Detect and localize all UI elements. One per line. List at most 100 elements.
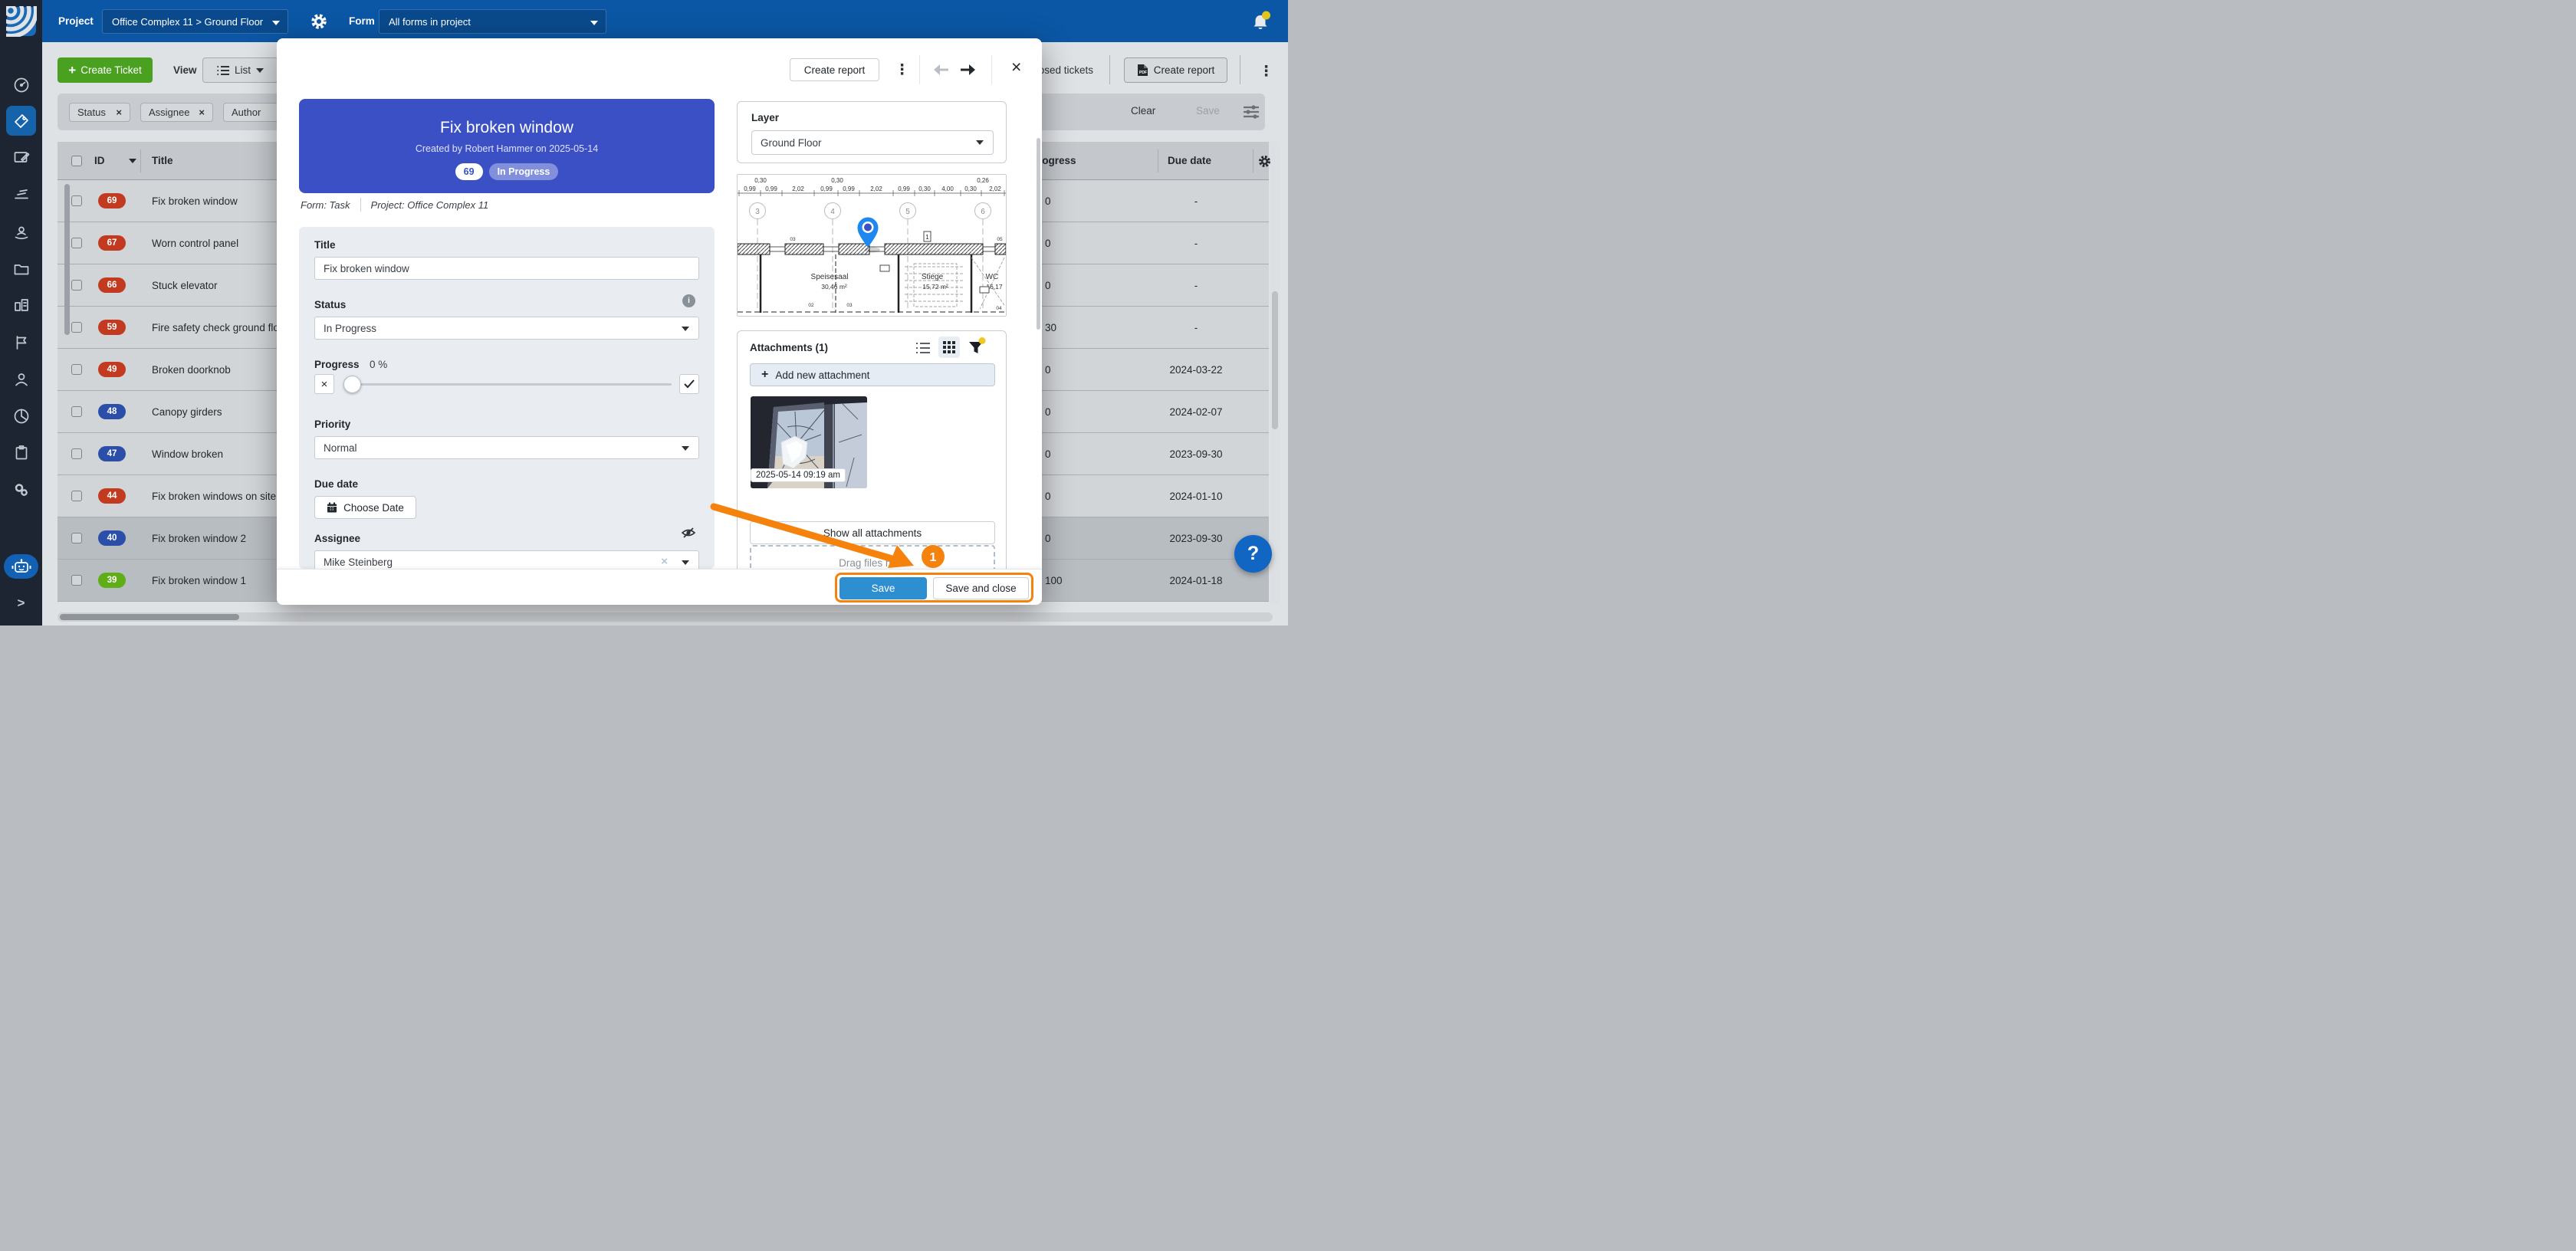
add-attachment-button[interactable]: + Add new attachment (750, 363, 995, 386)
help-button[interactable]: ? (1234, 535, 1272, 573)
table-vertical-scrollbar-thumb[interactable] (1272, 291, 1278, 429)
save-button[interactable]: Save (840, 577, 927, 599)
ticket-due-date-cell: - (1138, 280, 1254, 291)
attachment-photo-thumbnail[interactable]: 2025-05-14 09:19 am (751, 396, 867, 488)
svg-text:3: 3 (755, 208, 760, 216)
row-checkbox[interactable] (71, 238, 82, 248)
notification-dot-badge (1262, 11, 1270, 20)
eye-slash-visibility-icon[interactable] (681, 526, 696, 540)
create-report-button[interactable]: PDF Create report (1124, 57, 1227, 83)
sidebar-item-dashboard[interactable] (6, 70, 36, 100)
title-input[interactable]: Fix broken window (314, 257, 699, 280)
row-checkbox[interactable] (71, 322, 82, 333)
column-settings-gear-icon[interactable] (1258, 155, 1271, 168)
remove-filter-x-icon[interactable]: × (199, 107, 205, 118)
form-selector[interactable]: All forms in project (379, 9, 606, 34)
sidebar-expand-chevron[interactable]: > (0, 596, 42, 611)
filter-chip-label: Author (232, 107, 261, 118)
priority-select[interactable]: Normal (314, 436, 699, 459)
sidebar-item-plans[interactable] (6, 142, 36, 172)
contacts-icon (12, 370, 31, 389)
sort-caret-icon[interactable] (129, 159, 136, 163)
divider (1109, 55, 1110, 84)
modal-create-report-button[interactable]: Create report (790, 58, 879, 81)
modal-more-options-kebab-icon[interactable]: ⋮ (895, 61, 909, 79)
attachments-list-view-icon[interactable] (915, 341, 931, 355)
status-select-value: In Progress (324, 323, 376, 334)
filter-chip-assignee[interactable]: Assignee× (140, 103, 213, 122)
room-name: Speisesaal (811, 273, 849, 281)
project-settings-gear-icon[interactable] (310, 13, 327, 30)
next-ticket-arrow-icon[interactable] (959, 63, 976, 77)
row-checkbox[interactable] (71, 280, 82, 291)
row-checkbox[interactable] (71, 406, 82, 417)
modal-close-icon[interactable]: × (1011, 57, 1021, 77)
row-checkbox[interactable] (71, 448, 82, 459)
sidebar-item-tasks[interactable] (6, 438, 36, 468)
show-all-attachments-button[interactable]: Show all attachments (750, 521, 995, 544)
assignee-clear-x-icon[interactable]: × (661, 555, 668, 568)
remove-filter-x-icon[interactable]: × (116, 107, 122, 118)
help-question-mark: ? (1247, 543, 1259, 565)
progress-slider-knob[interactable] (343, 376, 361, 393)
floor-plan-preview[interactable]: 0,990,992,020,990,992,020,990,304,000,30… (737, 174, 1007, 317)
sidebar-item-team-location[interactable] (6, 217, 36, 247)
app-logo[interactable] (0, 0, 42, 42)
save-and-close-button[interactable]: Save and close (933, 577, 1029, 599)
row-checkbox[interactable] (71, 533, 82, 543)
previous-ticket-arrow-icon[interactable] (933, 63, 950, 77)
grid-view-icon (943, 341, 955, 353)
view-mode-selector[interactable]: List (202, 57, 278, 83)
ticket-due-date-cell: 2024-02-07 (1138, 406, 1254, 418)
attachments-panel: Attachments (1) + Add new attachment (737, 330, 1007, 605)
sidebar-item-statistics[interactable] (6, 401, 36, 431)
sidebar-item-documents[interactable] (6, 254, 36, 284)
filter-active-dot-badge (979, 337, 986, 344)
info-icon[interactable]: i (682, 294, 695, 307)
table-left-scrollbar-thumb[interactable] (64, 184, 70, 335)
row-checkbox[interactable] (71, 195, 82, 206)
attachments-filter-funnel-icon[interactable] (966, 337, 986, 356)
sidebar-item-milestones[interactable] (6, 327, 36, 357)
layer-select[interactable]: Ground Floor (751, 130, 994, 155)
assistant-robot-button[interactable] (4, 554, 38, 579)
filter-settings-sliders-icon[interactable] (1242, 103, 1260, 121)
filter-clear-button[interactable]: Clear (1131, 105, 1155, 117)
row-checkbox[interactable] (71, 364, 82, 375)
sidebar-item-tickets[interactable] (6, 106, 36, 136)
progress-slider-track[interactable] (350, 383, 672, 386)
ticket-id-badge: 66 (98, 277, 126, 293)
sidebar-item-contacts[interactable] (6, 364, 36, 394)
modal-scrollbar-thumb[interactable] (1037, 138, 1040, 330)
table-horizontal-scrollbar-track[interactable] (58, 612, 1273, 622)
sidebar-item-settings[interactable] (6, 474, 36, 504)
attachments-title: Attachments (1) (750, 342, 828, 353)
attachments-grid-view-button[interactable] (938, 337, 960, 358)
project-selector[interactable]: Office Complex 11 > Ground Floor (102, 9, 288, 34)
column-header-id[interactable]: ID (94, 155, 105, 166)
table-horizontal-scrollbar-thumb[interactable] (60, 614, 239, 620)
chevron-down-icon (682, 560, 689, 565)
column-header-due-date[interactable]: Due date (1168, 155, 1211, 166)
row-checkbox[interactable] (71, 575, 82, 586)
progress-clear-x-button[interactable]: × (314, 374, 334, 394)
progress-field-label: Progress (314, 359, 360, 370)
create-ticket-label: Create Ticket (80, 64, 142, 76)
status-select[interactable]: In Progress (314, 317, 699, 340)
create-ticket-button[interactable]: + Create Ticket (58, 57, 153, 83)
divider (991, 55, 992, 84)
ticket-due-date-cell: - (1138, 322, 1254, 333)
svg-text:30,46 m²: 30,46 m² (821, 283, 847, 291)
ticket-due-date-cell: 2023-09-30 (1138, 448, 1254, 460)
sidebar-item-projects[interactable] (6, 290, 36, 320)
more-options-kebab-icon[interactable]: ⋮ (1259, 63, 1273, 80)
svg-text:1: 1 (925, 234, 929, 241)
filter-chip-status[interactable]: Status× (69, 103, 130, 122)
choose-date-button[interactable]: Choose Date (314, 496, 416, 519)
column-header-title[interactable]: Title (152, 155, 173, 166)
select-all-checkbox[interactable] (71, 156, 82, 166)
row-checkbox[interactable] (71, 491, 82, 501)
progress-confirm-check-button[interactable] (679, 374, 699, 394)
notifications-bell-icon[interactable] (1250, 10, 1271, 33)
sidebar-item-analytics[interactable] (6, 178, 36, 208)
